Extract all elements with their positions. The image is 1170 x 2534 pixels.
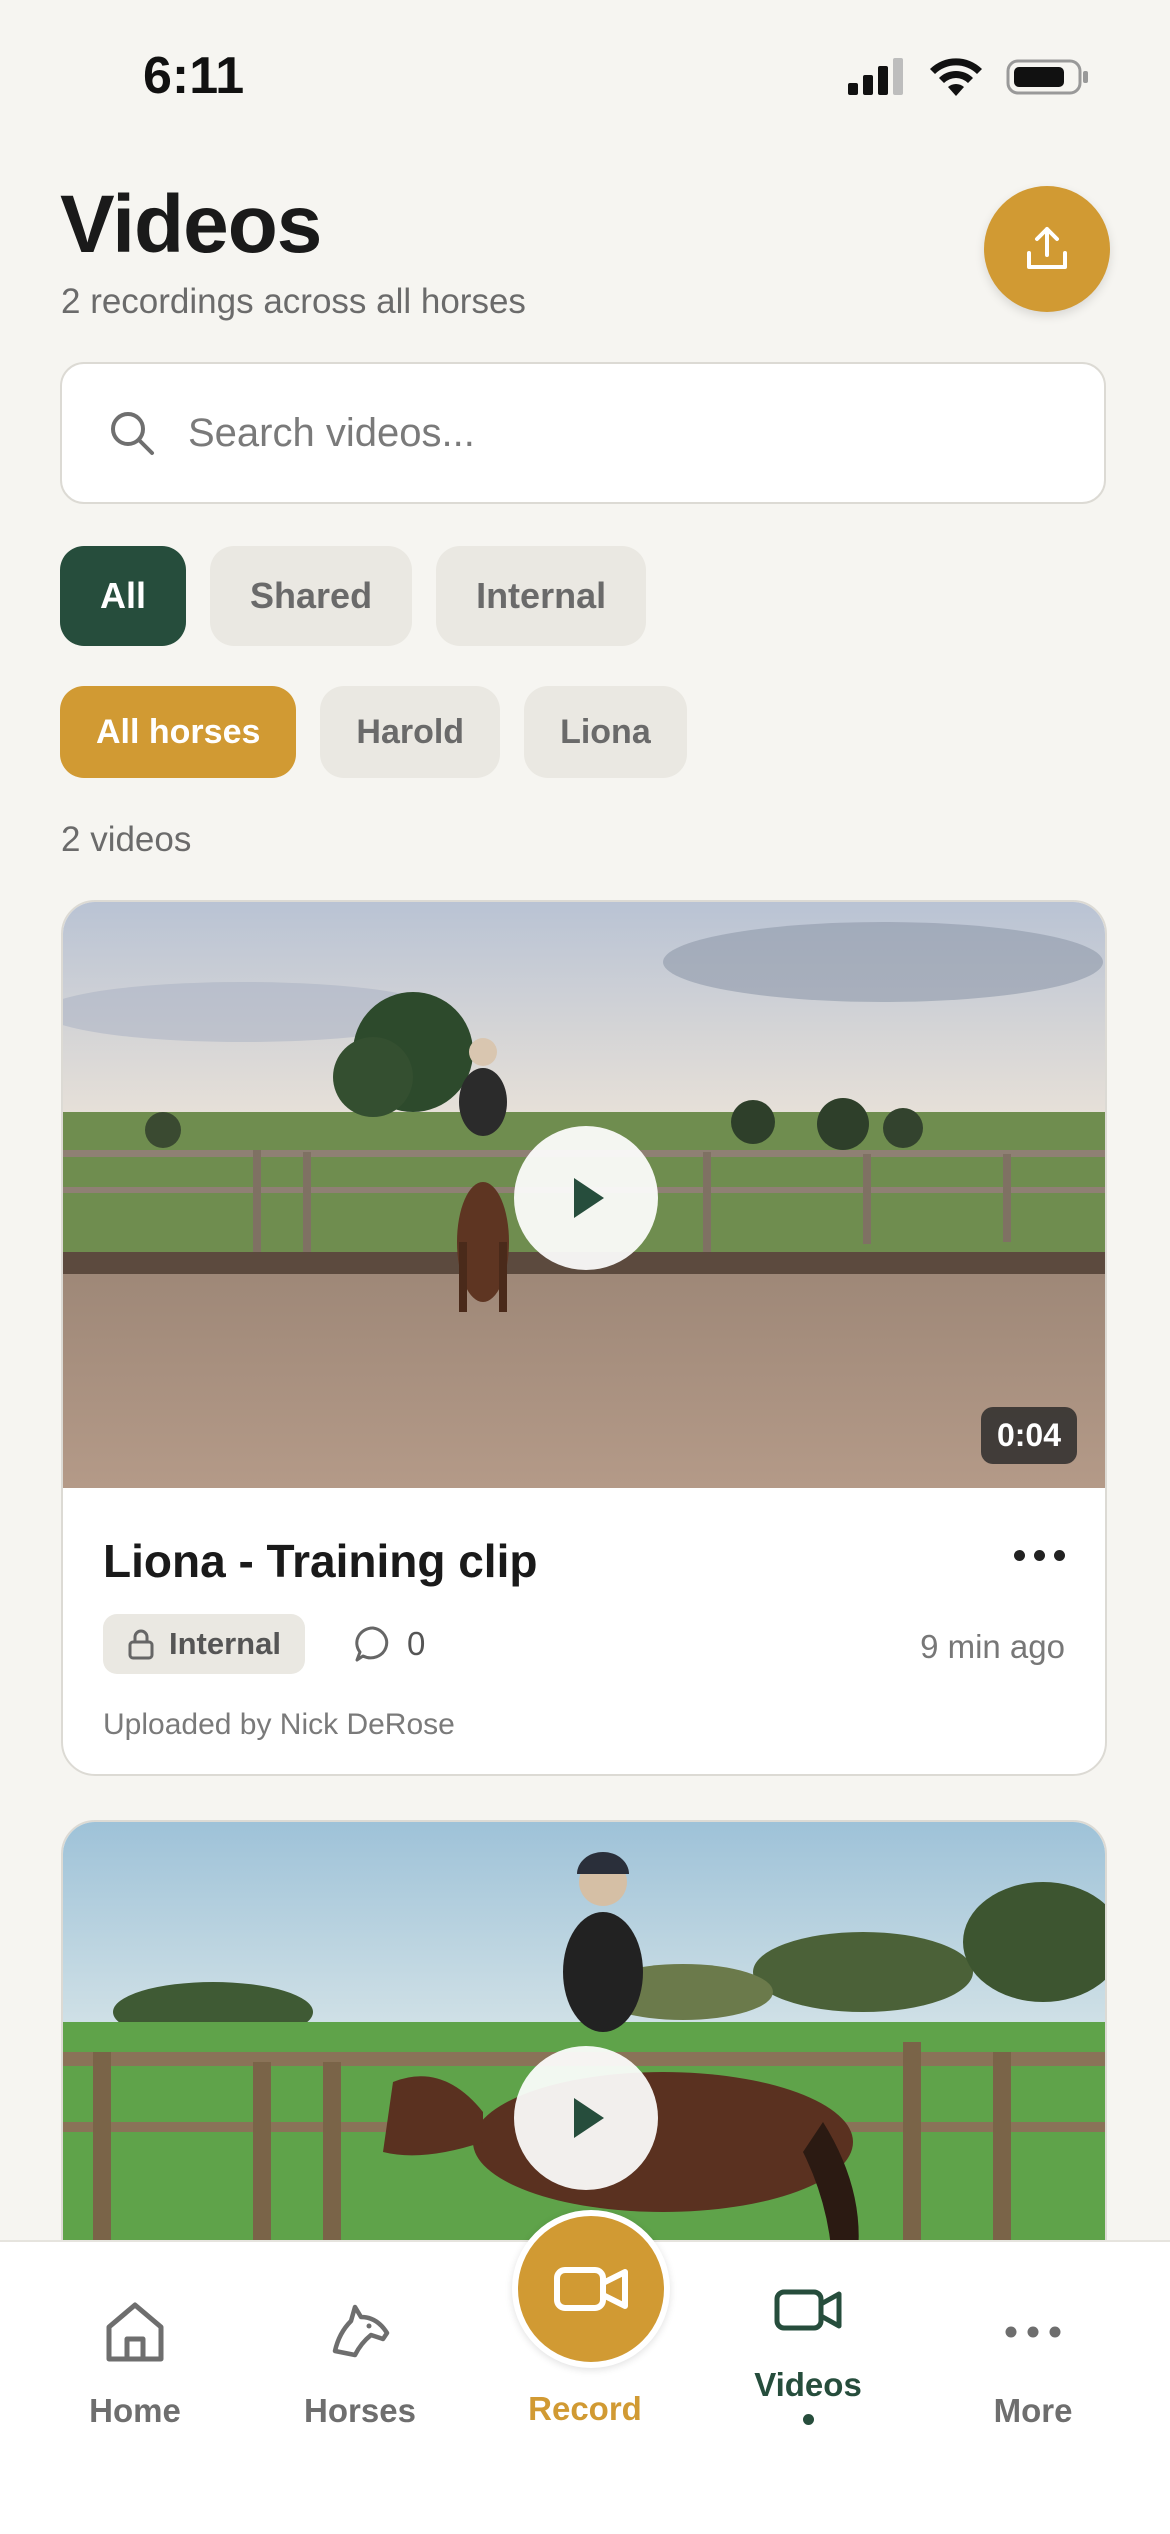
page-subtitle: 2 recordings across all horses [61,282,526,321]
search-bar[interactable] [60,362,1106,504]
tab-more[interactable]: More [943,2294,1123,2430]
upload-icon [1027,227,1067,269]
play-icon [574,1178,604,1218]
more-icon [1005,2326,1061,2338]
video-duration: 0:04 [980,1407,1077,1464]
battery-icon [1006,59,1088,95]
filter-liona[interactable]: Liona [524,686,687,778]
status-time: 6:11 [143,47,245,105]
tab-home-label: Home [89,2392,181,2429]
comment-icon [355,1626,389,1662]
status-icons [846,56,1090,98]
tab-home[interactable]: Home [45,2294,225,2430]
filter-all-horses[interactable]: All horses [60,686,297,778]
page-title: Videos [60,179,322,270]
tab-more-label: More [993,2392,1073,2429]
more-options-icon[interactable] [1014,1550,1065,1561]
comment-count-value: 0 [407,1625,426,1662]
tab-videos[interactable]: Videos [718,2272,898,2425]
horse-filters: All horses Harold Liona [60,686,687,778]
play-button[interactable] [514,2046,658,2190]
tab-record-label[interactable]: Record [480,2390,690,2428]
video-title[interactable]: Liona - Training clip [103,1534,537,1588]
video-thumbnail[interactable]: 0:04 [63,902,1105,1488]
upload-button[interactable] [984,186,1110,312]
signal-icon [848,58,903,95]
filter-all[interactable]: All [60,546,187,646]
visibility-label: Internal [169,1626,281,1661]
play-button[interactable] [514,1126,658,1270]
tab-horses[interactable]: Horses [270,2294,450,2430]
uploader: Uploaded by Nick DeRose [103,1708,455,1741]
time-ago: 9 min ago [920,1628,1065,1665]
video-card[interactable]: 0:04 Liona - Training clip Internal 0 9 … [61,900,1107,1776]
video-camera-icon [554,2267,628,2311]
record-button[interactable] [512,2210,670,2368]
tab-videos-label: Videos [754,2366,862,2403]
video-camera-icon [774,2289,842,2331]
visibility-filters: All Shared Internal [60,546,647,646]
tab-horses-label: Horses [304,2392,416,2429]
play-icon [574,2098,604,2138]
search-icon [108,409,156,457]
wifi-icon [930,58,982,96]
horse-icon [332,2304,390,2358]
active-tab-indicator [802,2414,814,2425]
comment-count[interactable]: 0 [353,1624,425,1664]
filter-harold[interactable]: Harold [320,686,501,778]
filter-shared[interactable]: Shared [210,546,413,646]
lock-icon [128,1629,154,1660]
home-icon [106,2302,164,2362]
status-bar: 6:11 [0,0,1170,150]
filter-internal[interactable]: Internal [436,546,647,646]
visibility-badge: Internal [103,1614,305,1674]
video-count: 2 videos [61,820,192,859]
search-input[interactable] [186,409,990,457]
